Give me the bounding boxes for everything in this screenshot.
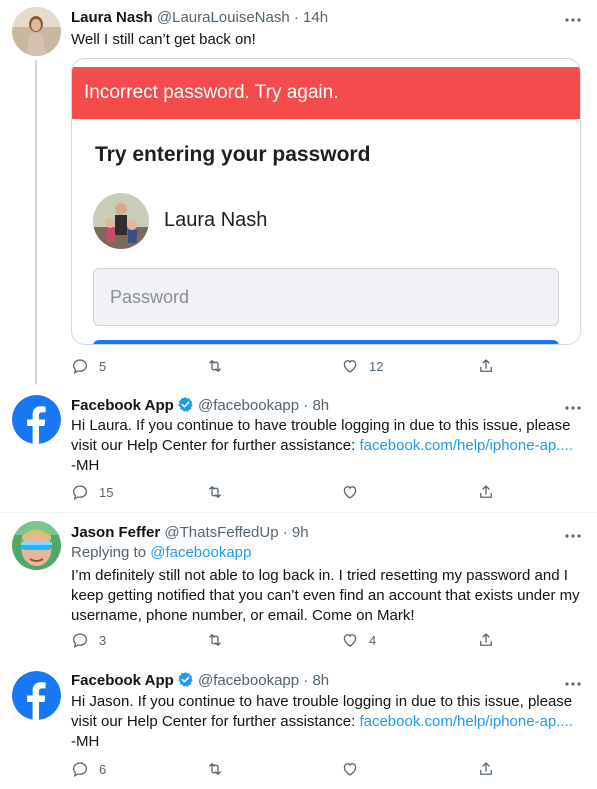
reply-count: 15 — [99, 484, 114, 500]
retweet-icon — [209, 634, 221, 646]
password-field: Password — [93, 268, 559, 326]
author-name[interactable]: Facebook App — [71, 672, 174, 689]
reply-button[interactable]: 5 — [71, 357, 106, 375]
reply-count: 6 — [99, 761, 107, 777]
tweet-header: Laura Nash @LauraLouiseNash · 14h — [71, 8, 328, 28]
attached-image[interactable]: Incorrect password. Try again. Try enter… — [71, 58, 581, 345]
reply-button[interactable]: 3 — [71, 631, 106, 649]
signature: -MH — [71, 733, 100, 750]
replying-to: Replying to @facebookapp — [71, 543, 581, 563]
tweet-actions: 15 — [71, 483, 501, 503]
reply-icon — [72, 485, 88, 500]
more-icon[interactable] — [565, 673, 581, 691]
tweet-jason-feffer[interactable]: Jason Feffer @ThatsFeffedUp · 9h Replyin… — [0, 513, 597, 659]
author-handle[interactable]: @ThatsFeffedUp — [164, 524, 278, 541]
more-icon[interactable] — [565, 397, 581, 415]
avatar[interactable] — [12, 395, 61, 444]
like-count: 12 — [369, 358, 384, 374]
reply-icon — [72, 633, 88, 648]
thread-line — [35, 60, 37, 384]
separator: · — [293, 9, 299, 26]
more-icon[interactable] — [565, 525, 581, 543]
tweet-actions: 3 4 — [71, 631, 501, 651]
tweet-text: Well I still can’t get back on! — [71, 31, 256, 48]
author-name[interactable]: Laura Nash — [71, 9, 153, 26]
help-center-link[interactable]: facebook.com/help/iphone-ap.... — [359, 713, 572, 730]
share-button[interactable] — [477, 631, 495, 649]
timestamp[interactable]: 8h — [312, 672, 329, 689]
share-icon — [480, 633, 492, 646]
retweet-button[interactable] — [206, 760, 234, 778]
tweet-text: Hi Laura. If you continue to have troubl… — [71, 416, 581, 476]
help-center-link[interactable]: facebook.com/help/iphone-ap.... — [359, 437, 572, 454]
avatar[interactable] — [12, 521, 61, 570]
login-button — [93, 340, 559, 344]
reply-button[interactable]: 15 — [71, 483, 113, 501]
like-button[interactable] — [341, 483, 369, 501]
like-button[interactable]: 12 — [341, 357, 383, 375]
reply-button[interactable]: 6 — [71, 760, 106, 778]
reply-icon — [72, 762, 88, 777]
retweet-button[interactable] — [206, 483, 234, 501]
share-icon — [480, 359, 492, 372]
like-count: 4 — [369, 632, 377, 648]
signature: -MH — [71, 457, 100, 474]
tweet-header: Facebook App @facebookapp · 8h — [71, 671, 329, 694]
account-name: Laura Nash — [164, 209, 268, 231]
more-icon[interactable] — [565, 9, 581, 27]
author-handle[interactable]: @facebookapp — [198, 397, 299, 414]
like-button[interactable] — [341, 760, 369, 778]
share-button[interactable] — [477, 357, 495, 375]
avatar[interactable] — [12, 671, 61, 720]
tweet-text: Hi Jason. If you continue to have troubl… — [71, 692, 581, 752]
separator: · — [282, 524, 288, 541]
author-handle[interactable]: @facebookapp — [198, 672, 299, 689]
verified-badge-icon — [177, 671, 194, 694]
reply-count: 5 — [99, 358, 107, 374]
tweet-laura-nash[interactable]: Laura Nash @LauraLouiseNash · 14h Well I… — [0, 0, 597, 384]
tweet-header: Jason Feffer @ThatsFeffedUp · 9h — [71, 523, 309, 543]
reply-icon — [72, 359, 88, 374]
timestamp[interactable]: 8h — [312, 397, 329, 414]
separator: · — [303, 397, 309, 414]
tweet-facebook-app-reply-2[interactable]: Facebook App @facebookapp · 8h Hi Jason.… — [0, 659, 597, 789]
share-button[interactable] — [477, 483, 495, 501]
like-button[interactable]: 4 — [341, 631, 376, 649]
retweet-icon — [209, 486, 221, 498]
tweet-actions: 6 — [71, 760, 501, 780]
timestamp[interactable]: 14h — [303, 9, 328, 26]
tweet-facebook-app-reply-1[interactable]: Facebook App @facebookapp · 8h Hi Laura.… — [0, 384, 597, 512]
replying-to-handle[interactable]: @facebookapp — [150, 544, 251, 561]
author-name[interactable]: Facebook App — [71, 397, 174, 414]
heart-icon — [343, 763, 357, 776]
reply-count: 3 — [99, 632, 107, 648]
retweet-button[interactable] — [206, 631, 234, 649]
share-icon — [480, 762, 492, 775]
heart-icon — [343, 634, 357, 647]
author-name[interactable]: Jason Feffer — [71, 524, 160, 541]
error-banner: Incorrect password. Try again. — [72, 67, 580, 119]
heart-icon — [343, 486, 357, 499]
share-button[interactable] — [477, 760, 495, 778]
author-handle[interactable]: @LauraLouiseNash — [157, 9, 290, 26]
tweet-actions: 5 12 — [71, 357, 501, 377]
avatar[interactable] — [12, 7, 61, 56]
replying-to-label: Replying to — [71, 544, 151, 561]
retweet-button[interactable] — [206, 357, 234, 375]
tweet-text: I’m definitely still not able to log bac… — [71, 567, 580, 624]
retweet-icon — [209, 360, 221, 372]
card-title: Try entering your password — [95, 143, 371, 166]
separator: · — [303, 672, 309, 689]
share-icon — [480, 485, 492, 498]
heart-icon — [343, 360, 357, 373]
retweet-icon — [209, 763, 221, 775]
timestamp[interactable]: 9h — [292, 524, 309, 541]
profile-photo — [93, 193, 149, 249]
